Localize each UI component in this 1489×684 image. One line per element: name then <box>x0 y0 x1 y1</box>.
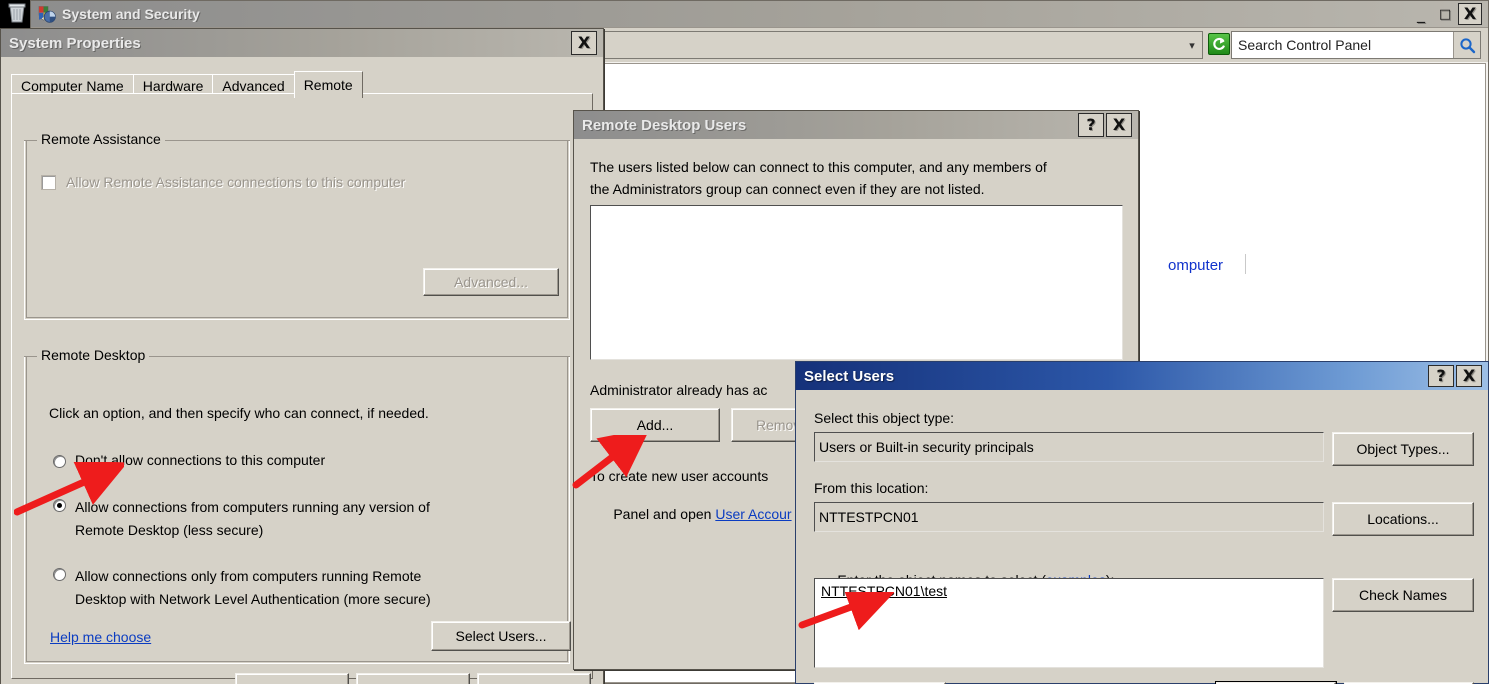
select-users-title: Select Users <box>804 367 895 385</box>
control-panel-title: System and Security <box>62 6 200 22</box>
tab-body-remote: Remote Assistance Allow Remote Assistanc… <box>11 93 593 679</box>
add-button[interactable]: Add... <box>590 408 720 442</box>
remote-desktop-users-title: Remote Desktop Users <box>582 116 747 134</box>
radio-dont-allow[interactable] <box>53 455 66 468</box>
option-allow-any-version[interactable]: Allow connections from computers running… <box>53 496 430 542</box>
remote-desktop-legend: Remote Desktop <box>37 347 150 363</box>
remote-desktop-instruction: Click an option, and then specify who ca… <box>49 405 429 421</box>
users-listbox[interactable] <box>590 205 1123 360</box>
chevron-down-icon[interactable]: ▾ <box>1182 39 1202 52</box>
select-users-close-button[interactable]: X <box>1456 365 1482 387</box>
help-button[interactable]: ? <box>1078 113 1104 137</box>
tab-remote[interactable]: Remote <box>293 71 363 98</box>
button-label: Select Users... <box>455 628 547 644</box>
tab-label: Remote <box>303 77 353 93</box>
remote-desktop-users-close-button[interactable]: X <box>1106 113 1132 137</box>
allow-remote-assistance-checkbox[interactable] <box>41 175 56 190</box>
option-dont-allow-label: Don't allow connections to this computer <box>75 452 326 468</box>
content-separator <box>1245 254 1246 274</box>
footer-note-prefix: Panel and open <box>613 506 716 522</box>
option-allow-nla-only-label: Allow connections only from computers ru… <box>75 568 431 607</box>
select-users-button[interactable]: Select Users... <box>431 621 571 651</box>
radio-allow-any-version[interactable] <box>53 499 66 512</box>
cancel-button[interactable] <box>356 673 470 684</box>
shield-security-icon <box>35 4 57 24</box>
button-label: Remov <box>756 417 801 433</box>
ok-button[interactable] <box>235 673 349 684</box>
object-type-label: Select this object type: <box>814 410 955 426</box>
option-allow-nla-only[interactable]: Allow connections only from computers ru… <box>53 565 431 611</box>
screen: System and Security _ □ X ▾ Search Contr… <box>0 0 1489 684</box>
object-types-button[interactable]: Object Types... <box>1332 432 1474 466</box>
remote-desktop-group: Remote Desktop Click an option, and then… <box>24 347 571 664</box>
recycle-bin-icon[interactable] <box>4 0 30 26</box>
remote-assistance-legend: Remote Assistance <box>37 131 165 147</box>
allow-remote-assistance-label: Allow Remote Assistance connections to t… <box>66 174 406 190</box>
location-label: From this location: <box>814 480 929 496</box>
tab-label: Hardware <box>142 78 204 94</box>
maximize-button[interactable]: □ <box>1434 4 1456 24</box>
location-field[interactable]: NTTESTPCN01 <box>814 502 1324 532</box>
search-input[interactable]: Search Control Panel <box>1231 31 1481 59</box>
button-label: Locations... <box>1367 511 1439 527</box>
magnifier-icon[interactable] <box>1453 32 1480 58</box>
check-names-button[interactable]: Check Names <box>1332 578 1474 612</box>
system-properties-dialog: System Properties X Computer Name Hardwa… <box>0 28 604 684</box>
refresh-icon[interactable] <box>1208 33 1230 55</box>
button-label: Add... <box>636 417 674 433</box>
radio-allow-nla-only[interactable] <box>53 568 66 581</box>
object-names-input[interactable]: NTTESTPCN01\test <box>814 578 1324 668</box>
select-users-dialog: Select Users ? X Select this object type… <box>795 361 1489 684</box>
system-properties-close-button[interactable]: X <box>571 31 597 55</box>
apply-button[interactable] <box>477 673 591 684</box>
remote-assistance-group: Remote Assistance Allow Remote Assistanc… <box>24 131 570 320</box>
remote-desktop-users-titlebar: Remote Desktop Users ? X <box>574 111 1138 139</box>
object-type-value: Users or Built-in security principals <box>819 439 1034 455</box>
user-accounts-link[interactable]: User Accour <box>715 506 791 522</box>
tab-label: Computer Name <box>21 78 124 94</box>
tab-label: Advanced <box>222 78 285 94</box>
close-button[interactable]: X <box>1458 3 1482 25</box>
remote-desktop-users-description-line2: the Administrators group can connect eve… <box>590 181 985 197</box>
allow-remote-assistance-checkbox-row[interactable]: Allow Remote Assistance connections to t… <box>41 174 405 190</box>
control-panel-titlebar: System and Security _ □ X <box>31 1 1488 27</box>
system-properties-title: System Properties <box>9 34 141 52</box>
object-names-value: NTTESTPCN01\test <box>821 583 948 599</box>
content-link-fragment[interactable]: omputer <box>1168 257 1223 274</box>
remote-desktop-users-description-line1: The users listed below can connect to th… <box>590 159 1047 175</box>
remote-assistance-advanced-button: Advanced... <box>423 268 559 296</box>
button-label: Advanced... <box>454 274 528 290</box>
help-me-choose-link[interactable]: Help me choose <box>50 629 151 645</box>
search-input-value: Search Control Panel <box>1238 37 1372 53</box>
select-users-titlebar: Select Users ? X <box>796 362 1488 390</box>
option-allow-any-version-label: Allow connections from computers running… <box>75 499 430 538</box>
footer-note-line2: Panel and open User Accour <box>590 490 791 538</box>
button-label: Check Names <box>1359 587 1447 603</box>
location-value: NTTESTPCN01 <box>819 509 919 525</box>
system-properties-titlebar: System Properties X <box>1 29 603 57</box>
minimize-button[interactable]: _ <box>1410 4 1432 24</box>
select-users-help-button[interactable]: ? <box>1428 365 1454 387</box>
locations-button[interactable]: Locations... <box>1332 502 1474 536</box>
option-dont-allow[interactable]: Don't allow connections to this computer <box>53 452 325 468</box>
admin-access-note: Administrator already has ac <box>590 382 768 398</box>
footer-note-line1: To create new user accounts <box>590 468 769 484</box>
object-type-field[interactable]: Users or Built-in security principals <box>814 432 1324 462</box>
button-label: Object Types... <box>1356 441 1450 457</box>
